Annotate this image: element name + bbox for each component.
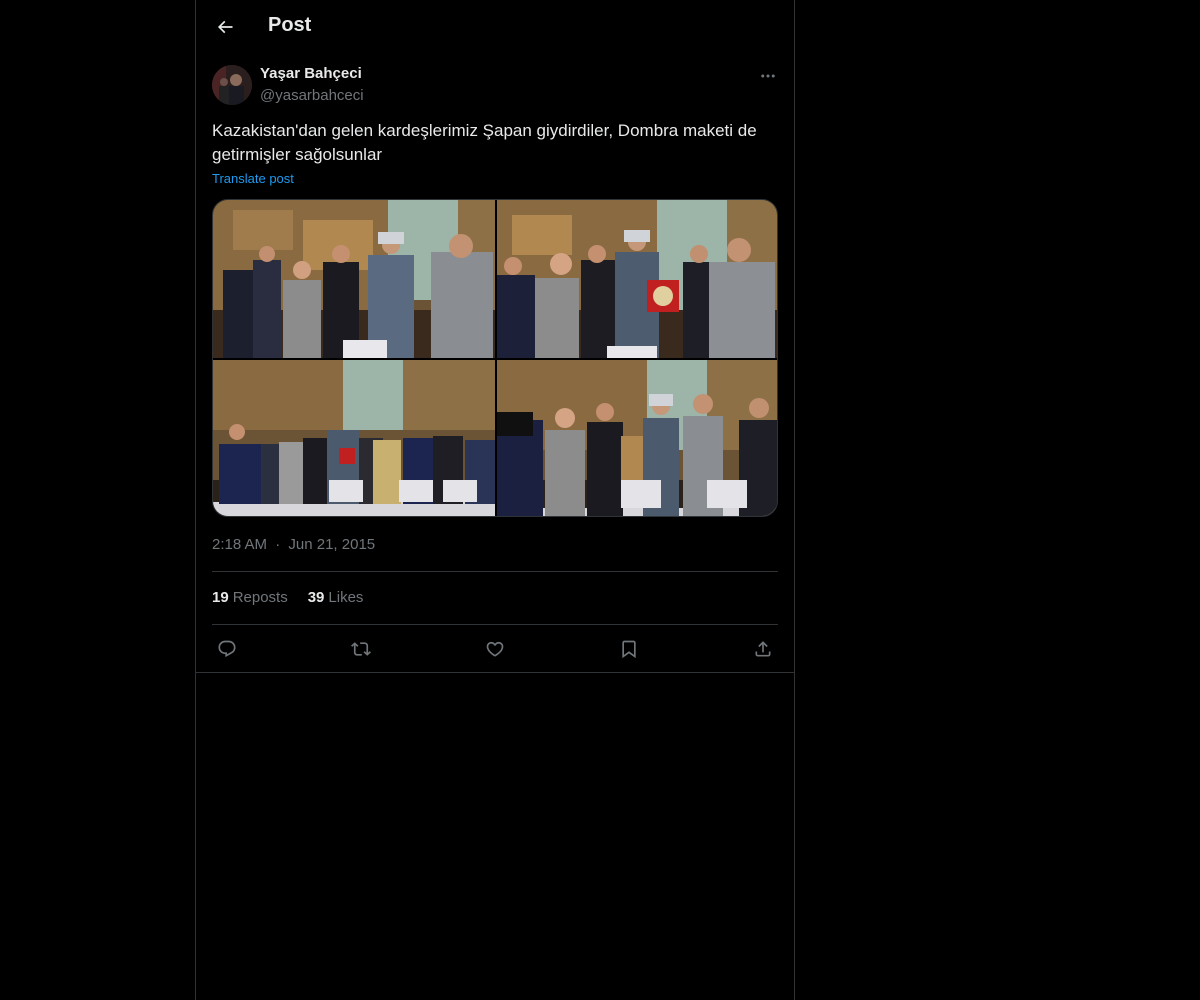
author-name[interactable]: Yaşar Bahçeci — [260, 65, 362, 82]
post-stats: 19 Reposts 39 Likes — [212, 589, 363, 606]
post-photo-4[interactable] — [497, 360, 777, 516]
media-grid — [212, 199, 778, 517]
author-handle[interactable]: @yasarbahceci — [260, 87, 364, 104]
post-photo-3[interactable] — [213, 360, 495, 516]
bookmark-icon — [622, 640, 636, 659]
repost-button[interactable] — [346, 634, 376, 664]
avatar[interactable] — [212, 65, 252, 105]
header: Post — [196, 0, 794, 54]
reposts-stat[interactable]: 19 Reposts — [212, 589, 288, 606]
translate-post-link[interactable]: Translate post — [212, 171, 294, 186]
likes-stat[interactable]: 39 Likes — [308, 589, 364, 606]
more-button[interactable] — [754, 62, 782, 90]
reposts-count: 19 — [212, 589, 229, 606]
post-text: Kazakistan'dan gelen kardeşlerimiz Şapan… — [212, 121, 757, 164]
reply-button[interactable] — [212, 634, 242, 664]
post-date[interactable]: Jun 21, 2015 — [288, 536, 375, 553]
post-column: Post Yaşar Bahçeci @yasarbahceci Kazakis… — [195, 0, 795, 1000]
likes-count: 39 — [307, 589, 325, 606]
heart-icon — [486, 641, 504, 657]
reply-icon — [218, 640, 236, 658]
post-photo-2[interactable] — [497, 200, 777, 358]
post-photo-1[interactable] — [213, 200, 495, 358]
likes-label: Likes — [328, 589, 364, 606]
back-button[interactable] — [208, 10, 242, 44]
post-time[interactable]: 2:18 AM — [212, 536, 267, 553]
more-horizontal-icon — [761, 74, 775, 78]
divider-bottom — [212, 624, 778, 625]
share-button[interactable] — [748, 634, 778, 664]
bookmark-button[interactable] — [614, 634, 644, 664]
post-actions — [212, 634, 778, 664]
divider-top — [212, 571, 778, 572]
like-button[interactable] — [480, 634, 510, 664]
repost-icon — [351, 642, 371, 656]
post-bottom-border — [196, 672, 794, 673]
post-timestamp: 2:18 AM · Jun 21, 2015 — [212, 536, 375, 553]
timestamp-separator: · — [275, 536, 281, 553]
reposts-label: Reposts — [232, 589, 288, 606]
page-title: Post — [268, 14, 312, 36]
share-icon — [755, 641, 771, 657]
arrow-left-icon — [217, 20, 233, 34]
